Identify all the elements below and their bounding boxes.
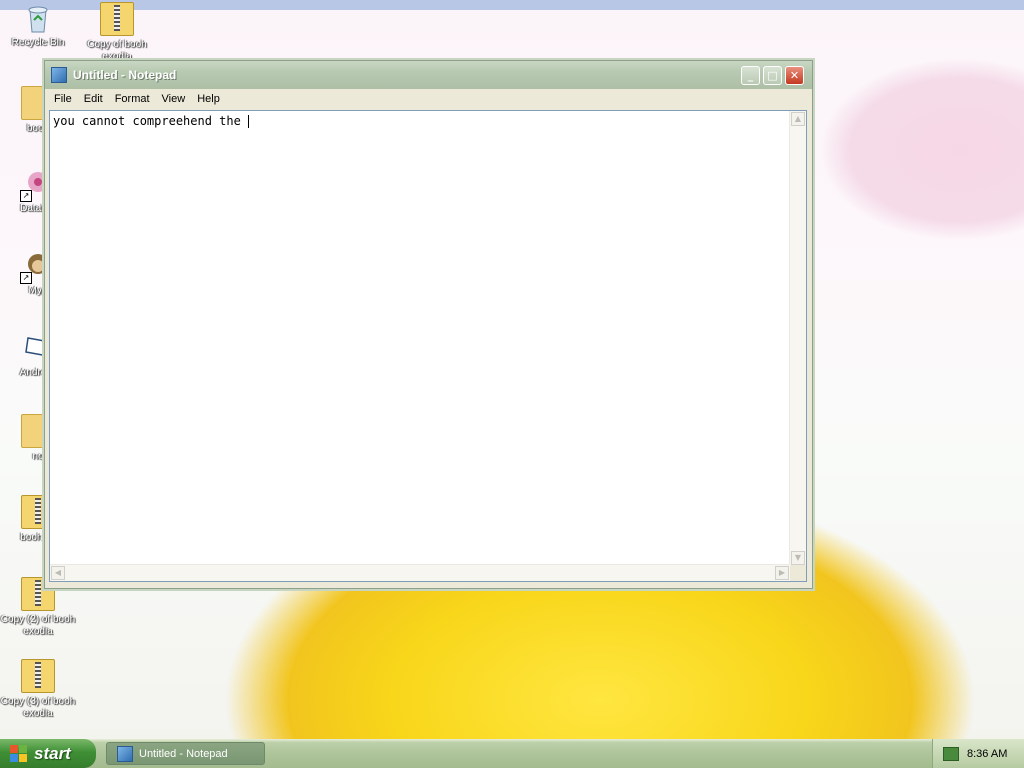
desktop-icon-label: Recycle Bin (11, 37, 65, 48)
desktop-icon-label: Copy (2) of booh exodia (0, 614, 76, 637)
window-title: Untitled - Notepad (73, 68, 177, 82)
start-button[interactable]: start (0, 739, 96, 768)
document-text: you cannot compreehend the (53, 114, 249, 128)
resize-grip-icon[interactable] (790, 565, 806, 581)
scroll-left-arrow-icon[interactable]: ◀ (51, 566, 65, 580)
menu-file[interactable]: File (48, 93, 78, 105)
network-icon[interactable] (943, 746, 959, 761)
taskbar-button-notepad[interactable]: Untitled - Notepad (106, 742, 265, 765)
zip-folder-icon (100, 2, 134, 36)
vertical-scrollbar[interactable]: ▲ ▼ (789, 111, 806, 566)
menu-bar: File Edit Format View Help (48, 89, 809, 109)
clock[interactable]: 8:36 AM (967, 748, 1007, 760)
notepad-icon (117, 745, 133, 762)
desktop-icon-label: Copy (3) of booh exodia (0, 696, 76, 719)
text-area[interactable]: you cannot compreehend the (52, 113, 789, 567)
scroll-down-arrow-icon[interactable]: ▼ (791, 551, 805, 565)
maximize-button[interactable]: □ (763, 66, 782, 85)
shortcut-arrow-icon: ↗ (20, 272, 32, 284)
taskbar: start Untitled - Notepad 8:36 AM (0, 739, 1024, 768)
taskbar-button-label: Untitled - Notepad (139, 747, 228, 760)
scroll-up-arrow-icon[interactable]: ▲ (791, 112, 805, 126)
recycle-bin-icon (22, 2, 54, 34)
zip-folder-icon (21, 659, 55, 693)
desktop-icon-copy-3-of-booh-exodia[interactable]: Copy (3) of booh exodia (0, 659, 76, 720)
windows-logo-icon (10, 744, 28, 763)
shortcut-arrow-icon: ↗ (20, 190, 32, 202)
text-editor[interactable]: you cannot compreehend the ▲ ▼ ◀ ▶ (49, 110, 807, 582)
desktop-icon-copy-of-booh-exodia[interactable]: Copy of booh exodia (79, 2, 155, 63)
desktop-icon-recycle-bin[interactable]: Recycle Bin (0, 2, 76, 49)
start-label: start (34, 743, 71, 763)
notepad-icon (51, 67, 67, 83)
system-tray: 8:36 AM (932, 739, 1024, 768)
menu-format[interactable]: Format (109, 93, 156, 105)
menu-view[interactable]: View (156, 93, 192, 105)
notepad-window: Untitled - Notepad _ □ ✕ File Edit Forma… (44, 60, 813, 589)
close-button[interactable]: ✕ (785, 66, 804, 85)
scroll-right-arrow-icon[interactable]: ▶ (775, 566, 789, 580)
title-bar[interactable]: Untitled - Notepad _ □ ✕ (45, 61, 812, 89)
horizontal-scrollbar[interactable]: ◀ ▶ (50, 564, 790, 581)
text-cursor (248, 115, 250, 128)
menu-edit[interactable]: Edit (78, 93, 109, 105)
menu-help[interactable]: Help (191, 93, 226, 105)
minimize-button[interactable]: _ (741, 66, 760, 85)
